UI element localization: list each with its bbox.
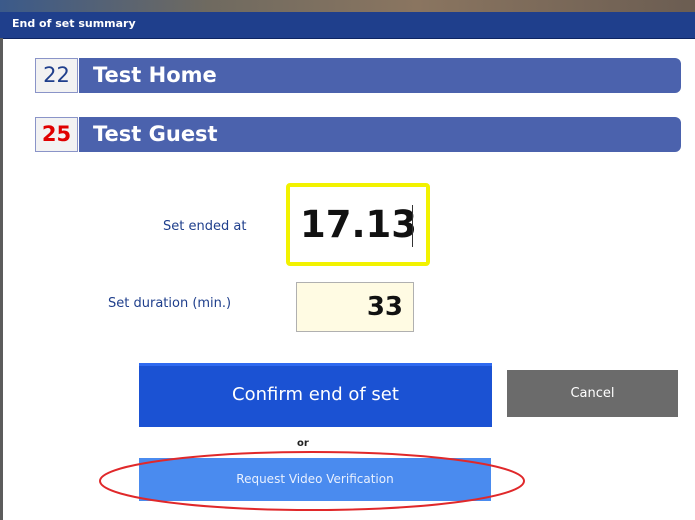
dialog-title: End of set summary — [12, 17, 136, 30]
set-ended-input[interactable]: 17.13 — [286, 183, 430, 266]
cancel-button[interactable]: Cancel — [507, 370, 678, 417]
set-ended-label: Set ended at — [163, 219, 247, 234]
set-ended-value: 17.13 — [300, 203, 418, 246]
or-separator: or — [297, 438, 309, 449]
set-duration-field[interactable]: 33 — [296, 282, 414, 332]
guest-team-row: 25 Test Guest — [35, 117, 681, 152]
set-duration-label: Set duration (min.) — [108, 296, 232, 311]
request-video-verification-button[interactable]: Request Video Verification — [139, 458, 491, 501]
confirm-end-of-set-button[interactable]: Confirm end of set — [139, 363, 492, 427]
dialog-title-bar: End of set summary — [0, 12, 695, 39]
home-team-row: 22 Test Home — [35, 58, 681, 93]
guest-score: 25 — [35, 117, 78, 152]
background-window-strip — [0, 0, 695, 12]
guest-team-name: Test Guest — [79, 117, 681, 152]
dialog-left-border — [0, 38, 3, 520]
home-score: 22 — [35, 58, 78, 93]
home-team-name: Test Home — [79, 58, 681, 93]
text-caret — [412, 205, 413, 247]
